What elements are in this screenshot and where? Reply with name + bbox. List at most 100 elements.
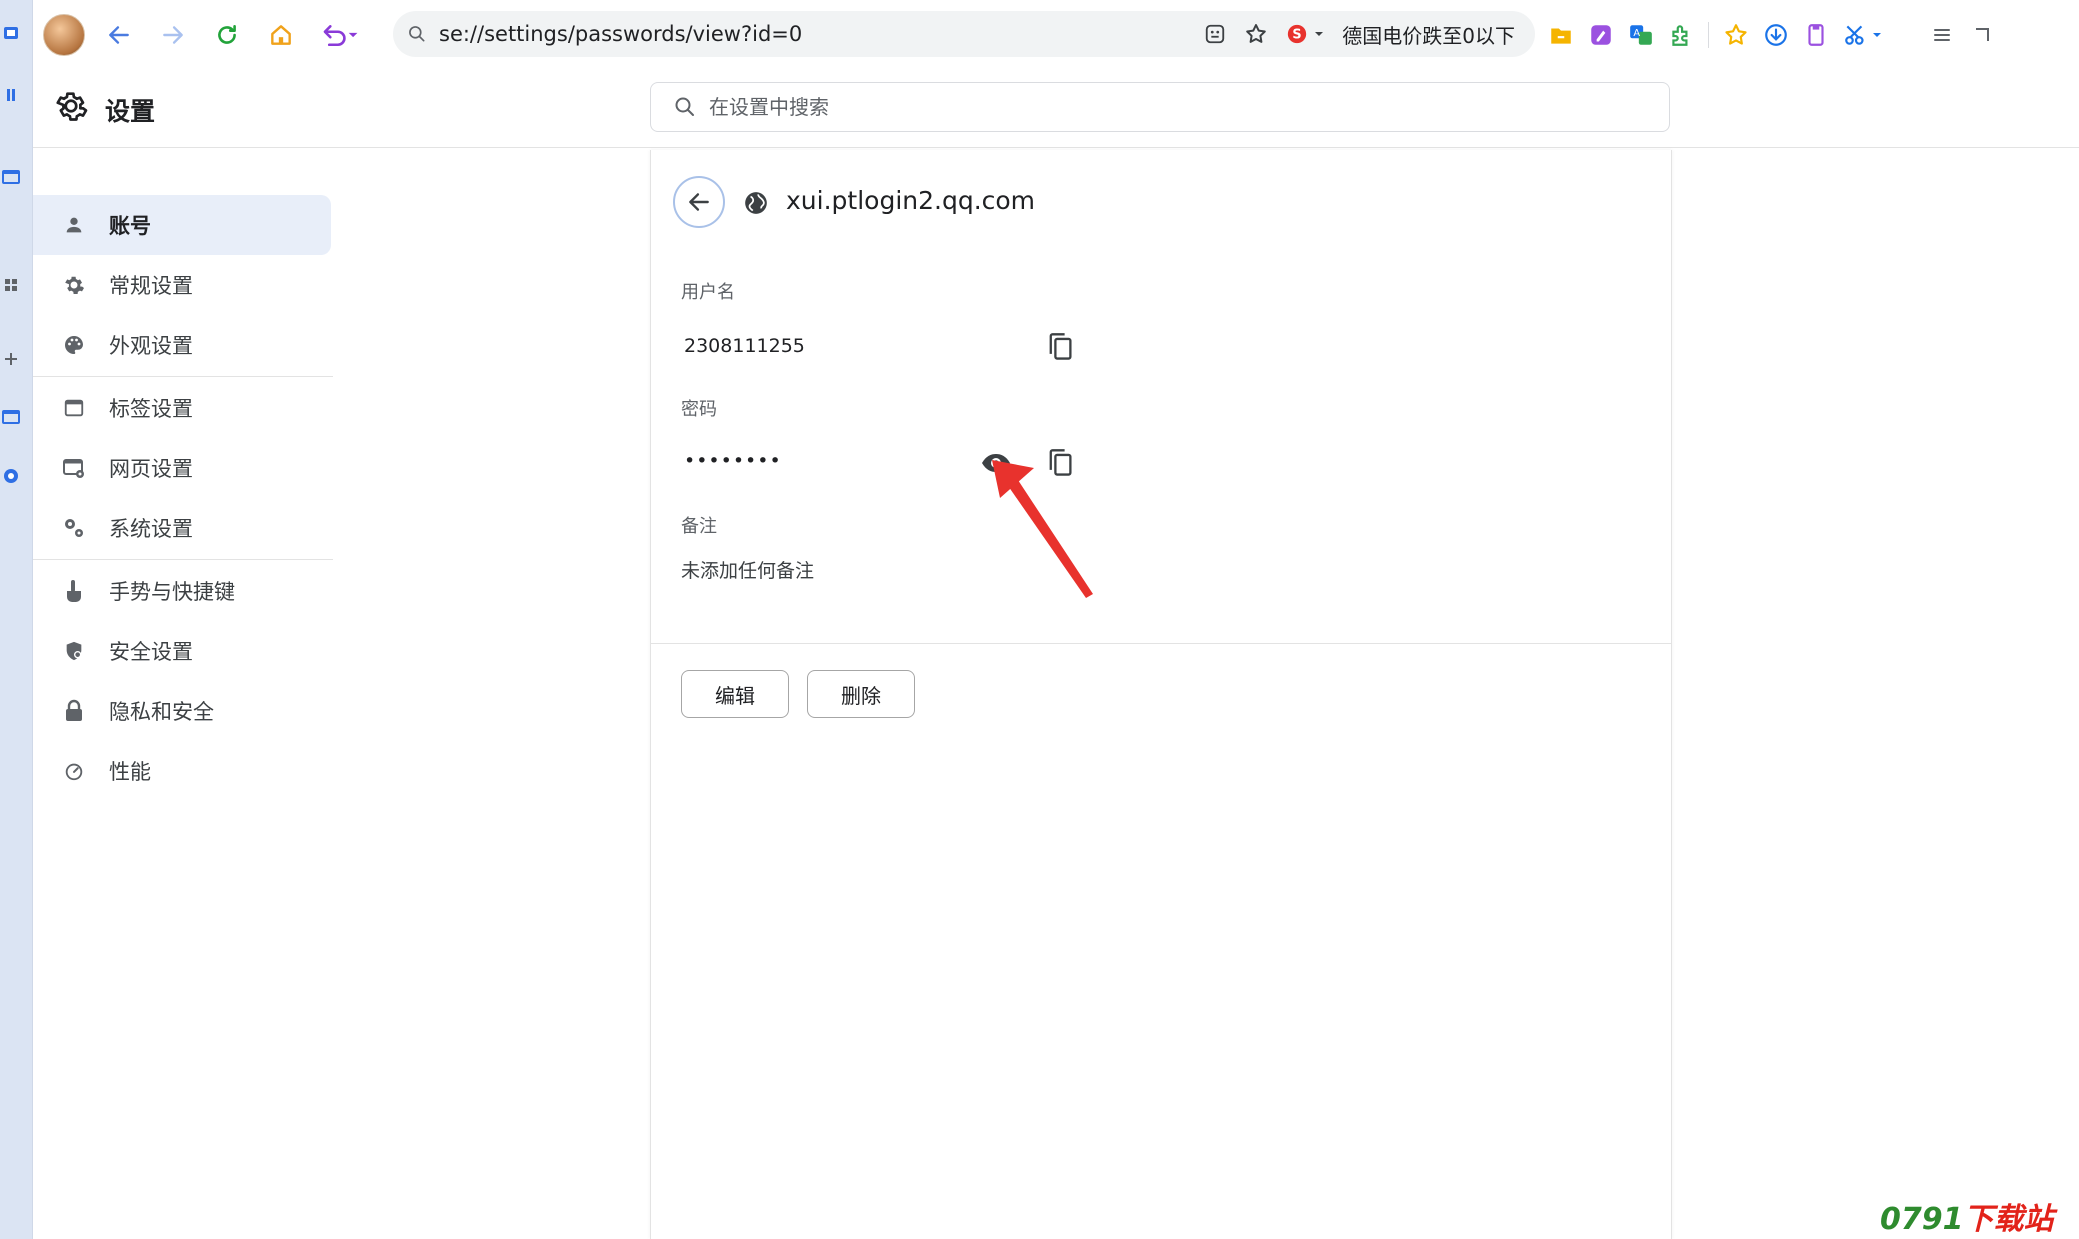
arrow-left-icon [109, 26, 129, 44]
nav-item-security[interactable]: 安全设置 [33, 621, 333, 681]
settings-nav: 账号 常规设置 外观设置 标签设置 网页设置 系统设置 手势与快捷键 安全设置 … [33, 195, 333, 801]
reader-mode-icon[interactable] [1204, 23, 1226, 45]
nav-item-label: 性能 [109, 760, 151, 784]
svg-text:A: A [1633, 28, 1640, 39]
bookmark-star-icon[interactable] [1244, 22, 1268, 46]
nav-item-general[interactable]: 常规设置 [33, 255, 333, 315]
password-value: •••••••• [684, 450, 782, 472]
back-nav-button[interactable] [99, 15, 139, 55]
settings-search-input[interactable] [709, 95, 1609, 119]
nav-divider [33, 376, 333, 377]
strip-app-icon[interactable] [0, 22, 22, 44]
delete-button[interactable]: 删除 [807, 670, 915, 718]
settings-gear-icon [56, 92, 88, 121]
puzzle-extension-icon[interactable] [1668, 22, 1694, 48]
nav-item-gestures[interactable]: 手势与快捷键 [33, 561, 333, 621]
extensions-row: A [1548, 15, 1992, 55]
strip-window2-icon[interactable] [0, 406, 22, 428]
system-gears-icon [59, 513, 89, 543]
nav-item-webpage[interactable]: 网页设置 [33, 438, 333, 498]
nav-item-label: 系统设置 [109, 517, 193, 541]
username-label: 用户名 [681, 282, 735, 303]
user-avatar[interactable] [43, 14, 85, 56]
shield-icon [59, 636, 89, 666]
gear-icon [59, 270, 89, 300]
toolbar-separator [1708, 22, 1709, 48]
lock-icon [59, 696, 89, 726]
watermark-green: 0791 [1880, 1202, 1964, 1237]
tab-window-icon [59, 393, 89, 423]
speedometer-icon [59, 756, 89, 786]
nav-item-label: 网页设置 [109, 457, 193, 481]
password-detail-card: xui.ptlogin2.qq.com 用户名 2308111255 密码 ••… [650, 150, 1672, 1239]
window-control-icon[interactable] [1968, 23, 1992, 47]
arrow-right-icon [163, 26, 183, 44]
reload-icon [218, 25, 236, 44]
palette-icon [59, 330, 89, 360]
nav-item-label: 标签设置 [109, 397, 193, 421]
note-label: 备注 [681, 516, 717, 537]
username-value: 2308111255 [684, 335, 805, 357]
nav-item-label: 手势与快捷键 [109, 580, 235, 604]
nav-item-label: 账号 [109, 214, 151, 238]
nav-item-label: 常规设置 [109, 274, 193, 298]
home-button[interactable] [261, 15, 301, 55]
strip-apps-icon[interactable] [0, 274, 22, 296]
nav-divider [33, 559, 333, 560]
card-divider [651, 643, 1671, 644]
nav-item-label: 外观设置 [109, 334, 193, 358]
screenshot-tool[interactable] [1843, 22, 1882, 48]
scissors-icon [1845, 25, 1864, 45]
home-icon [271, 25, 291, 45]
search-icon [409, 26, 425, 42]
settings-header: 设置 [33, 72, 2079, 148]
search-engine-select[interactable]: S [1286, 23, 1324, 45]
person-icon [59, 210, 89, 240]
nav-item-tabs[interactable]: 标签设置 [33, 378, 333, 438]
strip-settings-icon[interactable] [0, 465, 22, 487]
undo-icon [323, 25, 358, 47]
forward-nav-button[interactable] [153, 15, 193, 55]
download-icon[interactable] [1763, 22, 1789, 48]
copy-icon [1049, 333, 1072, 360]
strip-plus-icon[interactable] [0, 348, 22, 370]
search-icon [675, 97, 694, 116]
sogou-logo-icon: S [1288, 24, 1307, 44]
strip-window-icon[interactable] [0, 166, 22, 188]
edit-button[interactable]: 编辑 [681, 670, 789, 718]
back-button[interactable] [673, 176, 725, 228]
nav-item-system[interactable]: 系统设置 [33, 498, 333, 558]
address-bar[interactable]: se://settings/passwords/view?id=0 S 德国电价… [393, 11, 1535, 57]
strip-bars-icon[interactable] [0, 84, 22, 106]
annotation-arrow [992, 460, 1093, 598]
translate-icon[interactable]: A [1628, 22, 1654, 48]
caret-down-icon [1315, 32, 1324, 36]
page-title: 设置 [105, 97, 156, 126]
globe-icon [745, 192, 767, 214]
reload-button[interactable] [207, 15, 247, 55]
nav-item-label: 安全设置 [109, 640, 193, 664]
nav-item-performance[interactable]: 性能 [33, 741, 333, 801]
menu-icon[interactable] [1930, 23, 1954, 47]
nav-item-privacy[interactable]: 隐私和安全 [33, 681, 333, 741]
svg-text:S: S [1293, 28, 1302, 43]
settings-search[interactable] [650, 82, 1670, 132]
hand-pointer-icon [59, 576, 89, 606]
copy-username-button[interactable] [1040, 327, 1080, 367]
nav-item-account[interactable]: 账号 [33, 195, 331, 255]
address-url[interactable]: se://settings/passwords/view?id=0 [439, 22, 1204, 46]
undo-close-button[interactable] [315, 15, 363, 55]
sidebar-strip [0, 0, 33, 1239]
nav-item-label: 隐私和安全 [109, 700, 214, 724]
caret-down-icon [1873, 33, 1881, 37]
note-value: 未添加任何备注 [681, 560, 815, 582]
news-ticker[interactable]: 德国电价跌至0以下 [1342, 20, 1515, 49]
watermark: 0791下载站 [1880, 1194, 2054, 1238]
favorites-star-icon[interactable] [1723, 22, 1749, 48]
clip-icon[interactable] [1803, 22, 1829, 48]
nav-item-appearance[interactable]: 外观设置 [33, 315, 333, 375]
notes-icon[interactable] [1588, 22, 1614, 48]
folder-sync-icon[interactable] [1548, 22, 1574, 48]
webpage-settings-icon [59, 453, 89, 483]
arrow-left-icon [689, 193, 709, 211]
